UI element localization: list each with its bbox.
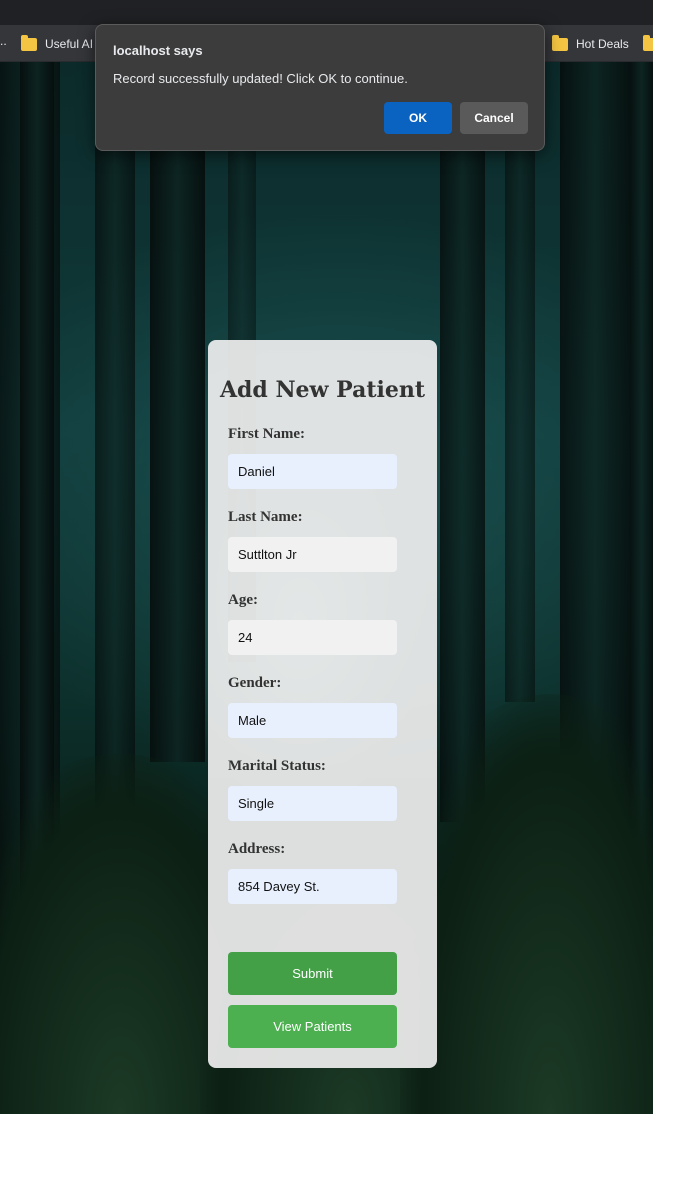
- bookmark-overflow-folder[interactable]: [643, 34, 653, 53]
- bookmark-label: Hot Deals: [576, 37, 629, 51]
- gender-input[interactable]: [228, 703, 397, 738]
- form-title: Add New Patient: [219, 377, 426, 403]
- age-input[interactable]: [228, 620, 397, 655]
- first-name-input[interactable]: [228, 454, 397, 489]
- gender-label: Gender:: [228, 675, 282, 691]
- age-label: Age:: [228, 592, 258, 608]
- view-patients-button[interactable]: View Patients: [228, 1005, 397, 1048]
- browser-viewport: .. Useful AI Hot Deals Add New Patient F…: [0, 0, 653, 1114]
- last-name-label: Last Name:: [228, 509, 303, 525]
- folder-icon: [21, 34, 37, 51]
- bookmark-label: Useful AI: [45, 37, 94, 51]
- first-name-label: First Name:: [228, 426, 306, 442]
- cancel-button[interactable]: Cancel: [460, 102, 528, 134]
- dialog-title: localhost says: [113, 43, 203, 58]
- address-label: Address:: [228, 841, 286, 857]
- alert-dialog: localhost says Record successfully updat…: [95, 24, 545, 151]
- address-input[interactable]: [228, 869, 397, 904]
- marital-status-label: Marital Status:: [228, 758, 326, 774]
- last-name-input[interactable]: [228, 537, 397, 572]
- ok-button[interactable]: OK: [384, 102, 452, 134]
- folder-icon: [552, 34, 568, 51]
- bookmark-useful-ai[interactable]: Useful AI: [21, 34, 94, 53]
- submit-button[interactable]: Submit: [228, 952, 397, 995]
- folder-icon: [643, 34, 653, 51]
- dialog-message: Record successfully updated! Click OK to…: [113, 71, 408, 86]
- bookmark-hot-deals[interactable]: Hot Deals: [552, 34, 629, 53]
- add-patient-form: Add New Patient First Name: Last Name: A…: [208, 340, 437, 1068]
- browser-titlebar: [0, 0, 653, 25]
- bookmark-overflow[interactable]: ..: [0, 34, 7, 48]
- marital-status-input[interactable]: [228, 786, 397, 821]
